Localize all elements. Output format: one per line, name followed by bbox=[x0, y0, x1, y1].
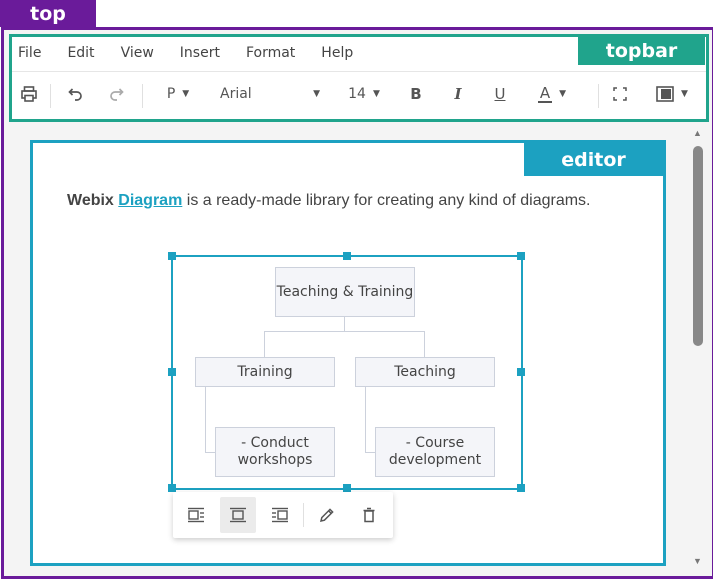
toolbar: P ▼ Arial ▼ 14 ▼ B I U A ▼ ▼ bbox=[12, 72, 706, 116]
align-center-icon bbox=[230, 507, 246, 523]
toolbar-separator bbox=[598, 84, 599, 108]
toolbar-separator bbox=[142, 84, 143, 108]
connector-line bbox=[264, 331, 265, 357]
bold-button[interactable]: B bbox=[404, 72, 428, 116]
menu-insert[interactable]: Insert bbox=[180, 45, 220, 61]
diagram-node-training: Training bbox=[195, 357, 335, 387]
redo-icon bbox=[110, 88, 124, 101]
print-button[interactable] bbox=[16, 72, 42, 116]
menu-bar: File Edit View Insert Format Help bbox=[12, 37, 578, 69]
printer-icon bbox=[21, 86, 37, 102]
underline-button[interactable]: U bbox=[488, 72, 512, 116]
resize-handle[interactable] bbox=[517, 484, 525, 492]
diagram-node-course: - Course development bbox=[375, 427, 495, 477]
diagram-node-workshops: - Conduct workshops bbox=[215, 427, 335, 477]
resize-handle[interactable] bbox=[168, 484, 176, 492]
fullscreen-icon bbox=[613, 87, 627, 101]
image-toolbar-separator bbox=[303, 503, 304, 527]
align-right-wrap-icon bbox=[272, 507, 288, 523]
align-left-wrap-icon bbox=[188, 507, 204, 523]
text-color-icon: A bbox=[537, 84, 553, 103]
paragraph-value: P bbox=[166, 86, 176, 102]
diagram-node-teaching: Teaching bbox=[355, 357, 495, 387]
resize-handle[interactable] bbox=[168, 252, 176, 260]
layout-icon bbox=[656, 86, 674, 102]
caret-down-icon: ▼ bbox=[372, 89, 380, 99]
font-family-select[interactable]: Arial ▼ bbox=[220, 72, 320, 116]
scrollbar-thumb[interactable] bbox=[693, 146, 703, 346]
topbar-tag: topbar bbox=[578, 37, 705, 65]
font-size-select[interactable]: 14 ▼ bbox=[342, 72, 386, 116]
pencil-icon bbox=[319, 508, 334, 523]
scrollbar[interactable]: ▲ ▼ bbox=[690, 126, 706, 570]
align-left-button[interactable] bbox=[178, 497, 214, 533]
connector-line bbox=[205, 386, 206, 453]
connector-line bbox=[365, 452, 375, 453]
menu-format[interactable]: Format bbox=[246, 45, 295, 61]
toolbar-separator bbox=[50, 84, 51, 108]
connector-line bbox=[205, 452, 215, 453]
trash-icon bbox=[363, 507, 375, 523]
scroll-up-icon[interactable]: ▲ bbox=[693, 128, 702, 138]
undo-button[interactable] bbox=[62, 72, 88, 116]
fullscreen-button[interactable] bbox=[608, 72, 632, 116]
resize-handle[interactable] bbox=[517, 252, 525, 260]
resize-handle[interactable] bbox=[517, 368, 525, 376]
editor-tag: editor bbox=[524, 143, 663, 176]
delete-image-button[interactable] bbox=[351, 497, 387, 533]
menu-edit[interactable]: Edit bbox=[67, 45, 94, 61]
align-right-button[interactable] bbox=[262, 497, 298, 533]
diagram-node-root: Teaching & Training bbox=[275, 267, 415, 317]
editor-paragraph[interactable]: Webix Diagram is a ready-made library fo… bbox=[67, 192, 591, 210]
menu-view[interactable]: View bbox=[121, 45, 154, 61]
resize-handle[interactable] bbox=[343, 252, 351, 260]
text-color-button[interactable]: A ▼ bbox=[532, 72, 572, 116]
top-tag: top bbox=[0, 0, 96, 27]
image-toolbar bbox=[173, 492, 393, 538]
caret-down-icon: ▼ bbox=[681, 89, 688, 99]
edit-image-button[interactable] bbox=[309, 497, 345, 533]
font-size-value: 14 bbox=[348, 86, 366, 102]
connector-line bbox=[365, 386, 366, 453]
connector-line bbox=[344, 317, 345, 331]
undo-icon bbox=[68, 88, 82, 101]
caret-down-icon: ▼ bbox=[313, 89, 320, 99]
brand-text: Webix bbox=[67, 192, 114, 209]
scroll-down-icon[interactable]: ▼ bbox=[693, 556, 702, 566]
caret-down-icon: ▼ bbox=[182, 89, 190, 99]
paragraph-text: is a ready-made library for creating any… bbox=[182, 192, 591, 209]
layout-button[interactable]: ▼ bbox=[650, 72, 694, 116]
resize-handle[interactable] bbox=[168, 368, 176, 376]
caret-down-icon: ▼ bbox=[559, 89, 567, 99]
paragraph-select[interactable]: P ▼ bbox=[158, 72, 198, 116]
menu-file[interactable]: File bbox=[18, 45, 41, 61]
redo-button[interactable] bbox=[104, 72, 130, 116]
connector-line bbox=[264, 331, 425, 332]
resize-handle[interactable] bbox=[343, 484, 351, 492]
menu-help[interactable]: Help bbox=[321, 45, 353, 61]
font-family-value: Arial bbox=[220, 86, 252, 102]
align-center-button[interactable] bbox=[220, 497, 256, 533]
diagram-link[interactable]: Diagram bbox=[118, 192, 182, 209]
italic-button[interactable]: I bbox=[446, 72, 470, 116]
connector-line bbox=[424, 331, 425, 357]
